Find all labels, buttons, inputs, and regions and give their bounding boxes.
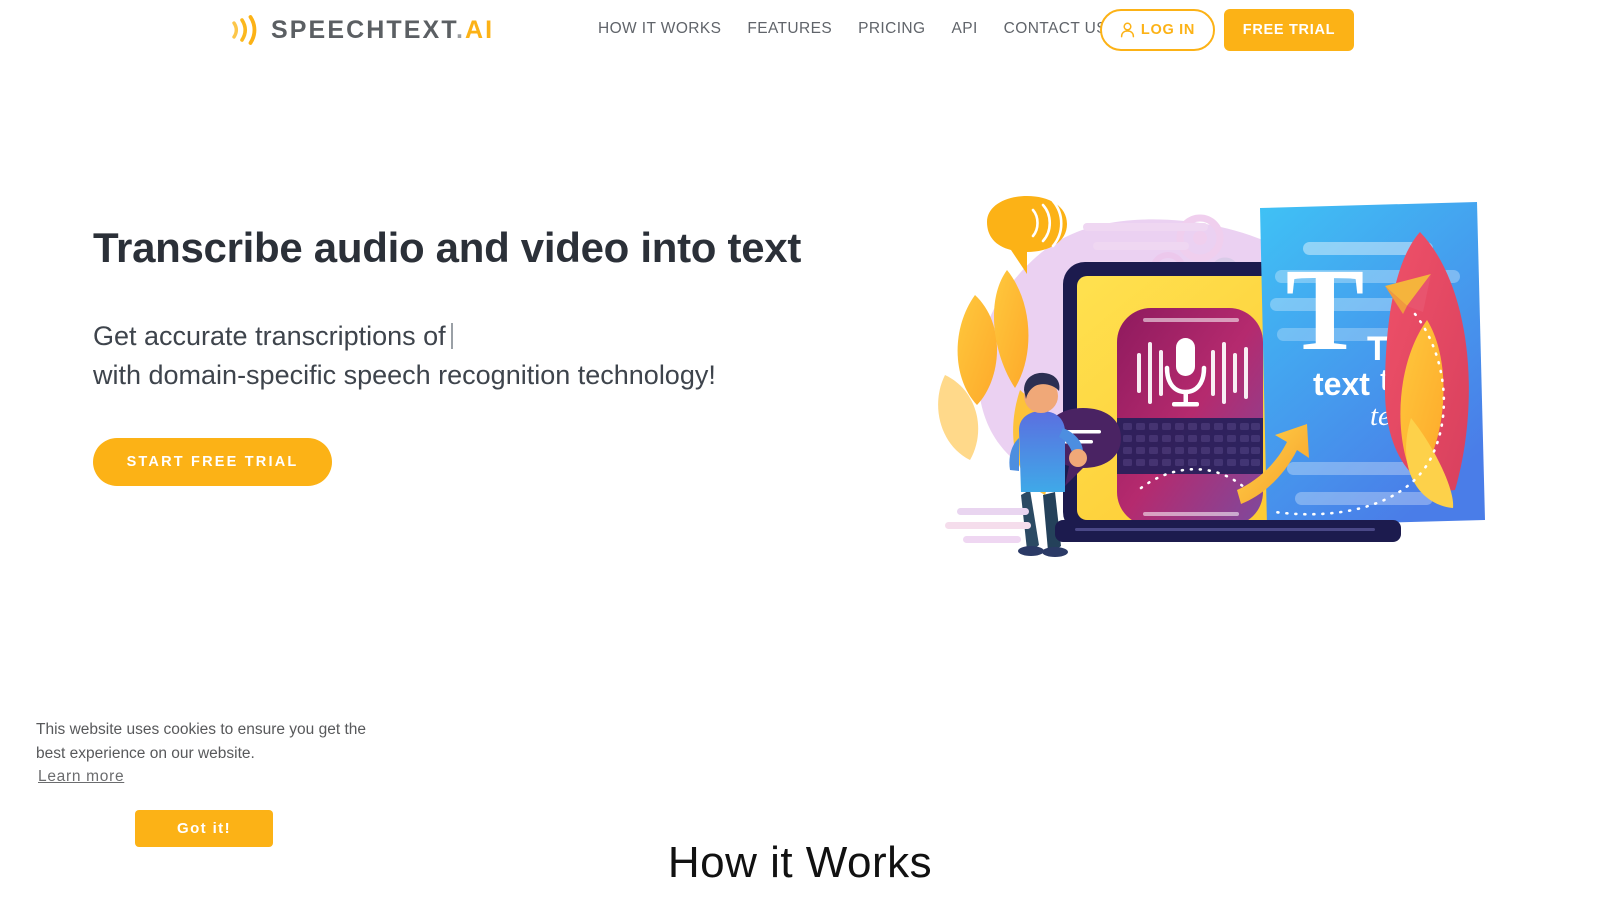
hero-subtitle: Get accurate transcriptions of with doma…	[93, 317, 716, 396]
login-label: LOG IN	[1140, 22, 1196, 38]
login-button[interactable]: LOG IN	[1100, 9, 1215, 51]
nav-item-pricing[interactable]: PRICING	[845, 20, 938, 38]
transcription-illustration: T TEXT text text text	[938, 196, 1485, 557]
card-text-bold: text	[1313, 366, 1370, 402]
start-free-trial-button[interactable]: START FREE TRIAL	[93, 438, 332, 486]
free-trial-label: FREE TRIAL	[1242, 22, 1336, 38]
cookie-message: This website uses cookies to ensure you …	[36, 721, 366, 763]
cookie-consent-banner: This website uses cookies to ensure you …	[0, 700, 380, 860]
text-lines-bottom	[945, 508, 1031, 543]
nav-item-how-it-works[interactable]: HOW IT WORKS	[585, 20, 734, 38]
nav-item-api[interactable]: API	[938, 20, 990, 38]
user-icon	[1120, 22, 1135, 38]
free-trial-button[interactable]: FREE TRIAL	[1224, 9, 1354, 51]
nav-item-features[interactable]: FEATURES	[734, 20, 845, 38]
landing-page: SPEECHTEXT.AI HOW IT WORKS FEATURES PRIC…	[0, 0, 1600, 900]
logo-name: SPEECHTEXT	[271, 15, 456, 44]
logo[interactable]: SPEECHTEXT.AI	[228, 13, 494, 47]
laptop-base	[1055, 520, 1401, 542]
cookie-accept-label: Got it!	[177, 820, 231, 837]
main-navigation: HOW IT WORKS FEATURES PRICING API CONTAC…	[585, 20, 1120, 38]
hero-subtitle-line1: Get accurate transcriptions of	[93, 321, 446, 351]
logo-text: SPEECHTEXT.AI	[271, 15, 495, 44]
hero-subtitle-line2: with domain-specific speech recognition …	[93, 360, 716, 391]
start-free-trial-label: START FREE TRIAL	[126, 454, 299, 470]
card-letter-T: T	[1286, 244, 1365, 375]
hero-title: Transcribe audio and video into text	[93, 224, 801, 271]
soundwave-icon	[232, 15, 257, 45]
logo-suffix: AI	[464, 15, 495, 44]
cookie-learn-more-link[interactable]: Learn more	[38, 768, 124, 786]
hero-illustration: T TEXT text text text	[915, 190, 1495, 560]
typing-caret	[450, 323, 453, 349]
cookie-accept-button[interactable]: Got it!	[135, 810, 273, 847]
site-header: SPEECHTEXT.AI HOW IT WORKS FEATURES PRIC…	[0, 0, 1600, 62]
logo-dot: .	[455, 15, 465, 44]
